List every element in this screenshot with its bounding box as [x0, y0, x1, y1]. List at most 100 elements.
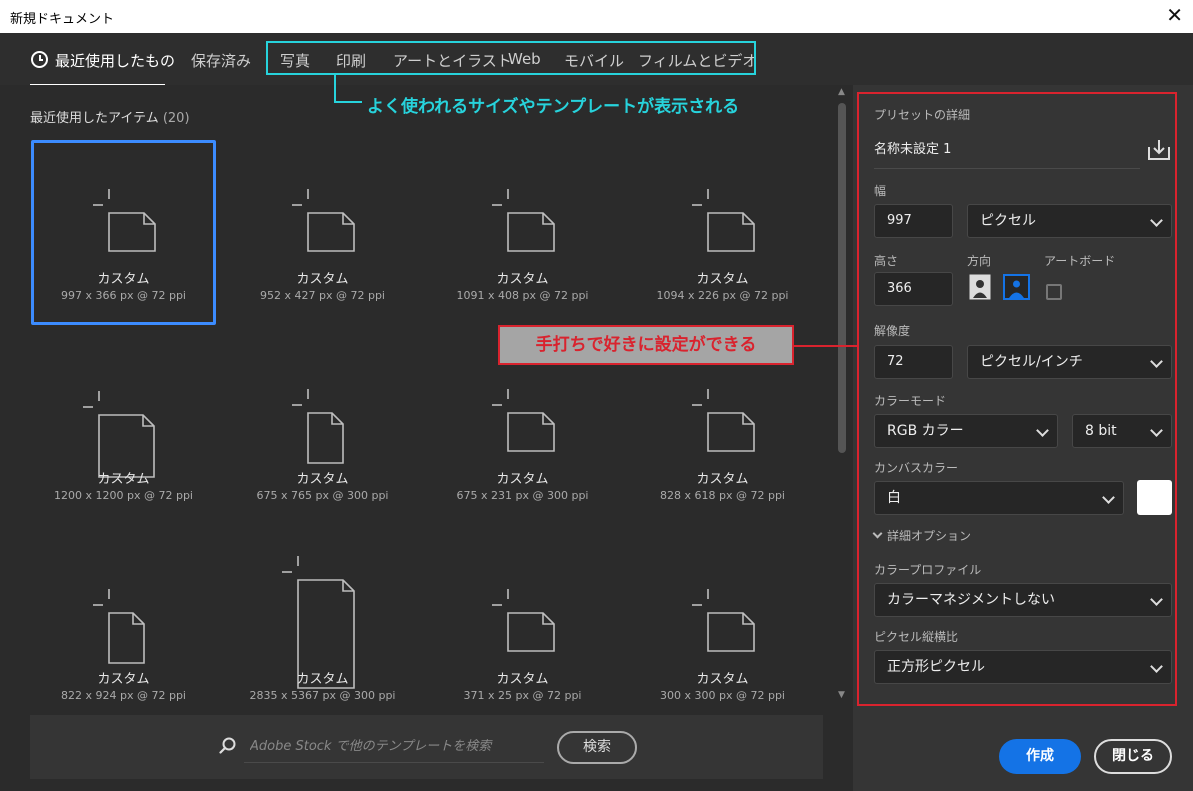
recent-item-dimensions: 952 x 427 px @ 72 ppi [260, 289, 385, 302]
color-profile-label: カラープロファイル [874, 563, 982, 577]
bit-depth-value: 8 bit [1085, 423, 1117, 439]
artboard-label: アートボード [1044, 254, 1116, 268]
annotation-line [334, 75, 336, 102]
preset-details-title: プリセットの詳細 [874, 108, 971, 122]
close-button[interactable]: 閉じる [1094, 739, 1172, 774]
resolution-unit-value: ピクセル/インチ [980, 354, 1083, 370]
chevron-down-icon [1150, 593, 1163, 606]
recent-item-dimensions: 1200 x 1200 px @ 72 ppi [54, 489, 193, 502]
recent-item[interactable]: カスタム 371 x 25 px @ 72 ppi [430, 540, 615, 725]
recent-item[interactable]: カスタム 2835 x 5367 px @ 300 ppi [230, 540, 415, 725]
create-button[interactable]: 作成 [999, 739, 1081, 774]
pixel-aspect-dropdown[interactable]: 正方形ピクセル [874, 650, 1172, 684]
recent-item-name: カスタム [296, 672, 349, 687]
tab-recent[interactable]: 最近使用したもの [31, 50, 175, 71]
recent-item-name: カスタム [696, 672, 749, 687]
window-title: 新規ドキュメント [10, 12, 115, 27]
recent-item-name: カスタム [97, 672, 150, 687]
recent-items-count: (20) [162, 111, 190, 126]
recent-item-dimensions: 300 x 300 px @ 72 ppi [660, 689, 785, 702]
advanced-options-label: 詳細オプション [887, 529, 972, 543]
clock-icon [31, 51, 48, 68]
recent-item-name: カスタム [696, 472, 749, 487]
bit-depth-dropdown[interactable]: 8 bit [1072, 414, 1172, 448]
width-unit-value: ピクセル [980, 213, 1036, 229]
resolution-unit-dropdown[interactable]: ピクセル/インチ [967, 345, 1172, 379]
orientation-label: 方向 [967, 254, 992, 268]
recent-item-name: カスタム [296, 272, 349, 287]
scroll-up-icon[interactable]: ▲ [838, 87, 845, 97]
height-label: 高さ [874, 254, 899, 268]
advanced-options-toggle[interactable]: 詳細オプション [872, 527, 972, 544]
recent-item[interactable]: カスタム 828 x 618 px @ 72 ppi [630, 340, 815, 525]
color-mode-value: RGB カラー [887, 423, 964, 439]
canvas-color-value: 白 [887, 490, 901, 506]
chevron-down-icon [1150, 660, 1163, 673]
resolution-input[interactable]: 72 [874, 345, 953, 379]
search-button[interactable]: 検索 [557, 731, 637, 764]
category-highlight-box [266, 41, 756, 75]
chevron-down-icon [1150, 355, 1163, 368]
recent-item-name: カスタム [296, 472, 349, 487]
recent-item[interactable]: カスタム 1200 x 1200 px @ 72 ppi [31, 340, 216, 525]
chevron-down-icon [1036, 424, 1049, 437]
color-profile-dropdown[interactable]: カラーマネジメントしない [874, 583, 1172, 617]
width-label: 幅 [874, 184, 887, 198]
recent-item-name: カスタム [496, 272, 549, 287]
recent-item-dimensions: 997 x 366 px @ 72 ppi [61, 289, 186, 302]
annotation-line [334, 101, 362, 103]
recent-item-dimensions: 1094 x 226 px @ 72 ppi [656, 289, 789, 302]
recent-item[interactable]: カスタム 675 x 765 px @ 300 ppi [230, 340, 415, 525]
recent-item-name: カスタム [97, 472, 150, 487]
stock-search-input[interactable] [244, 731, 544, 763]
recent-item-name: カスタム [496, 672, 549, 687]
resolution-label: 解像度 [874, 324, 911, 338]
canvas-color-label: カンバスカラー [874, 461, 959, 475]
canvas-color-swatch[interactable] [1137, 480, 1172, 515]
recent-item[interactable]: カスタム 300 x 300 px @ 72 ppi [630, 540, 815, 725]
color-mode-dropdown[interactable]: RGB カラー [874, 414, 1058, 448]
close-icon[interactable]: ✕ [1166, 4, 1183, 26]
recent-item[interactable]: カスタム 1094 x 226 px @ 72 ppi [630, 140, 815, 325]
recent-item-name: カスタム [696, 272, 749, 287]
recent-item-dimensions: 1091 x 408 px @ 72 ppi [456, 289, 589, 302]
landscape-orientation-icon[interactable] [1003, 274, 1030, 300]
canvas-color-dropdown[interactable]: 白 [874, 481, 1124, 515]
width-input[interactable]: 997 [874, 204, 953, 238]
recent-item[interactable]: カスタム 822 x 924 px @ 72 ppi [31, 540, 216, 725]
recent-item-dimensions: 675 x 765 px @ 300 ppi [256, 489, 389, 502]
recent-items-label: 最近使用したアイテム [30, 111, 159, 126]
chevron-down-icon [1150, 214, 1163, 227]
artboard-checkbox[interactable] [1046, 284, 1062, 300]
annotation-line [794, 345, 857, 347]
save-preset-icon[interactable] [1147, 138, 1171, 162]
recent-item-name: カスタム [496, 472, 549, 487]
color-mode-label: カラーモード [874, 394, 947, 408]
recent-item-dimensions: 371 x 25 px @ 72 ppi [463, 689, 582, 702]
recent-item[interactable]: カスタム 997 x 366 px @ 72 ppi [31, 140, 216, 325]
recent-item-name: カスタム [97, 272, 150, 287]
recent-item[interactable]: カスタム 1091 x 408 px @ 72 ppi [430, 140, 615, 325]
preset-name-field[interactable]: 名称未設定 1 [874, 140, 1140, 169]
search-icon [219, 737, 236, 754]
recent-item-dimensions: 2835 x 5367 px @ 300 ppi [249, 689, 396, 702]
scrollbar-thumb[interactable] [838, 103, 846, 453]
recent-item[interactable]: カスタム 675 x 231 px @ 300 ppi [430, 340, 615, 525]
width-unit-dropdown[interactable]: ピクセル [967, 204, 1172, 238]
recent-item[interactable]: カスタム 952 x 427 px @ 72 ppi [230, 140, 415, 325]
portrait-orientation-icon[interactable] [969, 274, 991, 300]
scroll-down-icon[interactable]: ▼ [838, 690, 845, 700]
height-input[interactable]: 366 [874, 272, 953, 306]
title-bar: 新規ドキュメント ✕ [0, 0, 1193, 33]
tab-saved[interactable]: 保存済み [191, 50, 251, 71]
recent-item-dimensions: 675 x 231 px @ 300 ppi [456, 489, 589, 502]
pixel-aspect-value: 正方形ピクセル [887, 659, 985, 675]
tab-recent-label: 最近使用したもの [55, 52, 176, 70]
recent-items-heading: 最近使用したアイテム (20) [30, 107, 190, 126]
red-annotation: 手打ちで好きに設定ができる [498, 325, 794, 365]
cyan-annotation: よく使われるサイズやテンプレートが表示される [367, 97, 740, 117]
color-profile-value: カラーマネジメントしない [887, 592, 1055, 608]
recent-item-dimensions: 822 x 924 px @ 72 ppi [61, 689, 186, 702]
chevron-down-icon [1102, 491, 1115, 504]
preset-name-value: 名称未設定 1 [874, 142, 952, 157]
